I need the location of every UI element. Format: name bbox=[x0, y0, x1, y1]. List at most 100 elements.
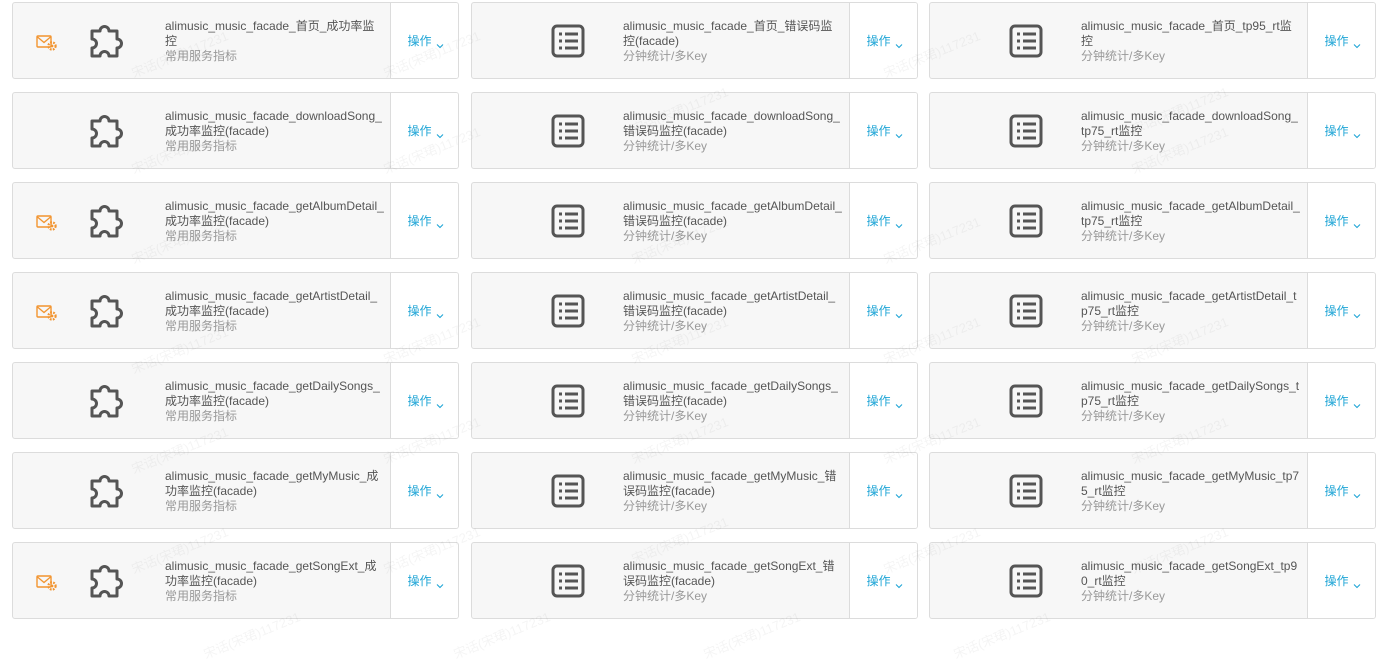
monitor-card[interactable]: alimusic_music_facade_downloadSong_tp75_… bbox=[929, 92, 1376, 169]
monitor-name[interactable]: alimusic_music_facade_getMyMusic_tp75_rt… bbox=[1081, 469, 1301, 499]
monitor-card[interactable]: alimusic_music_facade_首页_成功率监控 常用服务指标 操作 bbox=[12, 2, 459, 79]
operations-label: 操作 bbox=[866, 214, 891, 228]
monitor-card[interactable]: alimusic_music_facade_getMyMusic_tp75_rt… bbox=[929, 452, 1376, 529]
operations-dropdown[interactable]: 操作 bbox=[1307, 183, 1375, 258]
monitor-type-label: 分钟统计/多Key bbox=[623, 409, 708, 423]
monitor-name[interactable]: alimusic_music_facade_getDailySongs_成功率监… bbox=[165, 379, 385, 409]
monitor-name[interactable]: alimusic_music_facade_getSongExt_tp90_rt… bbox=[1081, 559, 1301, 589]
operations-dropdown[interactable]: 操作 bbox=[390, 273, 458, 348]
monitor-name[interactable]: alimusic_music_facade_getMyMusic_成功率监控(f… bbox=[165, 469, 385, 499]
monitor-type-label: 分钟统计/多Key bbox=[1081, 499, 1166, 513]
monitor-type-label: 常用服务指标 bbox=[165, 499, 238, 513]
monitor-name[interactable]: alimusic_music_facade_getSongExt_成功率监控(f… bbox=[165, 559, 385, 589]
list-icon bbox=[1006, 381, 1046, 421]
monitor-card[interactable]: alimusic_music_facade_getArtistDetail_错误… bbox=[471, 272, 918, 349]
operations-dropdown[interactable]: 操作 bbox=[1307, 363, 1375, 438]
list-icon bbox=[1006, 471, 1046, 511]
operations-dropdown[interactable]: 操作 bbox=[849, 453, 917, 528]
operations-dropdown[interactable]: 操作 bbox=[1307, 543, 1375, 618]
card-info: alimusic_music_facade_getMyMusic_错误码监控(f… bbox=[623, 469, 843, 514]
list-icon bbox=[1006, 201, 1046, 241]
operations-label: 操作 bbox=[1324, 34, 1349, 48]
list-icon bbox=[1006, 21, 1046, 61]
card-info: alimusic_music_facade_downloadSong_成功率监控… bbox=[165, 109, 385, 154]
operations-dropdown[interactable]: 操作 bbox=[1307, 273, 1375, 348]
operations-label: 操作 bbox=[407, 574, 432, 588]
monitor-card[interactable]: alimusic_music_facade_getMyMusic_错误码监控(f… bbox=[471, 452, 918, 529]
monitor-card[interactable]: alimusic_music_facade_首页_tp95_rt监控 分钟统计/多… bbox=[929, 2, 1376, 79]
list-icon bbox=[548, 111, 588, 151]
operations-dropdown[interactable]: 操作 bbox=[390, 3, 458, 78]
monitor-card[interactable]: alimusic_music_facade_downloadSong_成功率监控… bbox=[12, 92, 459, 169]
operations-dropdown[interactable]: 操作 bbox=[390, 183, 458, 258]
chevron-down-icon bbox=[1353, 488, 1361, 498]
monitor-card-grid: alimusic_music_facade_首页_成功率监控 常用服务指标 操作 al… bbox=[0, 0, 1389, 632]
monitor-name[interactable]: alimusic_music_facade_downloadSong_tp75_… bbox=[1081, 109, 1301, 139]
operations-dropdown[interactable]: 操作 bbox=[390, 93, 458, 168]
monitor-card[interactable]: alimusic_music_facade_getDailySongs_成功率监… bbox=[12, 362, 459, 439]
monitor-name[interactable]: alimusic_music_facade_getSongExt_错误码监控(f… bbox=[623, 559, 843, 589]
monitor-card[interactable]: alimusic_music_facade_getDailySongs_错误码监… bbox=[471, 362, 918, 439]
operations-dropdown[interactable]: 操作 bbox=[390, 543, 458, 618]
chevron-down-icon bbox=[895, 578, 903, 588]
monitor-name[interactable]: alimusic_music_facade_getDailySongs_错误码监… bbox=[623, 379, 843, 409]
monitor-name[interactable]: alimusic_music_facade_getArtistDetail_tp… bbox=[1081, 289, 1301, 319]
operations-dropdown[interactable]: 操作 bbox=[1307, 453, 1375, 528]
operations-dropdown[interactable]: 操作 bbox=[849, 3, 917, 78]
operations-dropdown[interactable]: 操作 bbox=[849, 183, 917, 258]
chevron-down-icon bbox=[1353, 398, 1361, 408]
card-info: alimusic_music_facade_getArtistDetail_错误… bbox=[623, 289, 843, 334]
operations-dropdown[interactable]: 操作 bbox=[1307, 93, 1375, 168]
monitor-name[interactable]: alimusic_music_facade_getDailySongs_tp75… bbox=[1081, 379, 1301, 409]
monitor-name[interactable]: alimusic_music_facade_getAlbumDetail_成功率… bbox=[165, 199, 385, 229]
operations-dropdown[interactable]: 操作 bbox=[849, 363, 917, 438]
monitor-card[interactable]: alimusic_music_facade_downloadSong_错误码监控… bbox=[471, 92, 918, 169]
monitor-type-label: 常用服务指标 bbox=[165, 319, 238, 333]
monitor-card[interactable]: alimusic_music_facade_getDailySongs_tp75… bbox=[929, 362, 1376, 439]
card-info: alimusic_music_facade_getMyMusic_成功率监控(f… bbox=[165, 469, 385, 514]
monitor-card[interactable]: alimusic_music_facade_getSongExt_tp90_rt… bbox=[929, 542, 1376, 619]
monitor-card[interactable]: alimusic_music_facade_getAlbumDetail_tp7… bbox=[929, 182, 1376, 259]
chevron-down-icon bbox=[436, 128, 444, 138]
monitor-card[interactable]: alimusic_music_facade_getMyMusic_成功率监控(f… bbox=[12, 452, 459, 529]
monitor-name[interactable]: alimusic_music_facade_getArtistDetail_成功… bbox=[165, 289, 385, 319]
monitor-name[interactable]: alimusic_music_facade_getMyMusic_错误码监控(f… bbox=[623, 469, 843, 499]
operations-label: 操作 bbox=[1324, 304, 1349, 318]
monitor-type-label: 常用服务指标 bbox=[165, 139, 238, 153]
list-icon bbox=[548, 291, 588, 331]
monitor-type-label: 常用服务指标 bbox=[165, 589, 238, 603]
monitor-name[interactable]: alimusic_music_facade_首页_成功率监控 bbox=[165, 19, 385, 49]
operations-dropdown[interactable]: 操作 bbox=[849, 93, 917, 168]
operations-dropdown[interactable]: 操作 bbox=[849, 543, 917, 618]
monitor-card[interactable]: alimusic_music_facade_getAlbumDetail_成功率… bbox=[12, 182, 459, 259]
monitor-card[interactable]: alimusic_music_facade_getAlbumDetail_错误码… bbox=[471, 182, 918, 259]
monitor-name[interactable]: alimusic_music_facade_getAlbumDetail_tp7… bbox=[1081, 199, 1301, 229]
monitor-name[interactable]: alimusic_music_facade_downloadSong_成功率监控… bbox=[165, 109, 385, 139]
monitor-name[interactable]: alimusic_music_facade_首页_错误码监控(facade) bbox=[623, 19, 843, 49]
card-info: alimusic_music_facade_downloadSong_tp75_… bbox=[1081, 109, 1301, 154]
operations-dropdown[interactable]: 操作 bbox=[849, 273, 917, 348]
chevron-down-icon bbox=[895, 128, 903, 138]
operations-dropdown[interactable]: 操作 bbox=[1307, 3, 1375, 78]
monitor-type-label: 分钟统计/多Key bbox=[623, 319, 708, 333]
list-icon bbox=[1006, 291, 1046, 331]
operations-label: 操作 bbox=[866, 394, 891, 408]
list-icon bbox=[1006, 561, 1046, 601]
monitor-name[interactable]: alimusic_music_facade_downloadSong_错误码监控… bbox=[623, 109, 843, 139]
chevron-down-icon bbox=[895, 308, 903, 318]
monitor-card[interactable]: alimusic_music_facade_getSongExt_错误码监控(f… bbox=[471, 542, 918, 619]
monitor-name[interactable]: alimusic_music_facade_getArtistDetail_错误… bbox=[623, 289, 843, 319]
monitor-card[interactable]: alimusic_music_facade_首页_错误码监控(facade) 分钟… bbox=[471, 2, 918, 79]
operations-dropdown[interactable]: 操作 bbox=[390, 363, 458, 438]
chevron-down-icon bbox=[895, 218, 903, 228]
monitor-name[interactable]: alimusic_music_facade_首页_tp95_rt监控 bbox=[1081, 19, 1301, 49]
monitor-type-label: 分钟统计/多Key bbox=[623, 229, 708, 243]
list-icon bbox=[548, 471, 588, 511]
monitor-card[interactable]: alimusic_music_facade_getArtistDetail_tp… bbox=[929, 272, 1376, 349]
card-info: alimusic_music_facade_getDailySongs_错误码监… bbox=[623, 379, 843, 424]
monitor-name[interactable]: alimusic_music_facade_getAlbumDetail_错误码… bbox=[623, 199, 843, 229]
operations-dropdown[interactable]: 操作 bbox=[390, 453, 458, 528]
monitor-card[interactable]: alimusic_music_facade_getArtistDetail_成功… bbox=[12, 272, 459, 349]
monitor-type-label: 分钟统计/多Key bbox=[623, 499, 708, 513]
monitor-card[interactable]: alimusic_music_facade_getSongExt_成功率监控(f… bbox=[12, 542, 459, 619]
